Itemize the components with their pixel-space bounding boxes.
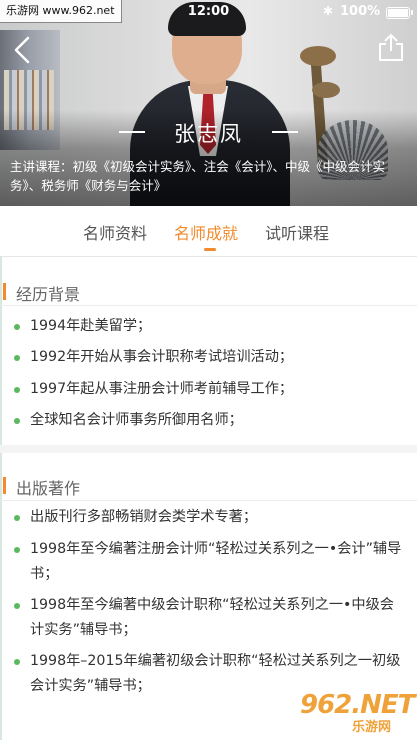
tab-trial-courses[interactable]: 试听课程 [265,220,329,244]
bluetooth-icon: ✱ [323,4,334,18]
section-separator [0,445,417,453]
plant-leaf [312,82,340,98]
list-item: 1997年起从事注册会计师考前辅导工作； [14,377,406,402]
bullet-dot [14,603,20,609]
bullet-dot [14,515,20,521]
share-button[interactable] [376,32,406,62]
battery-percent: 100% [340,4,381,19]
bullet-dot [14,324,20,330]
bullet-dot [14,418,20,424]
bullet-dot [14,659,20,665]
list-item: 1998年至今编著注册会计师“轻松过关系列之一•会计”辅导书； [14,537,406,587]
list-item-text: 出版刊行多部畅销财会类学术专著； [30,509,258,525]
teacher-courses: 主讲课程：初级《初级会计实务》、注会《会计》、中级《中级会计实务》、税务师《财务… [10,159,386,193]
list-item: 全球知名会计师事务所御用名师； [14,408,406,433]
tab-teacher-achievements[interactable]: 名师成就 [174,220,238,244]
list-item: 出版刊行多部畅销财会类学术专著； [14,505,406,530]
tab-teacher-profile[interactable]: 名师资料 [83,220,147,244]
list-item: 1994年赴美留学； [14,314,406,339]
list-item: 1998年至今编著中级会计职称“轻松过关系列之一•中级会计实务”辅导书； [14,593,406,643]
section-title-text: 经历背景 [16,285,81,304]
bullet-dot [14,547,20,553]
name-decoration-line [272,131,298,133]
teacher-name: 张志凤 [174,122,243,146]
list-item-text: 1997年起从事注册会计师考前辅导工作； [30,381,294,397]
section-divider [0,305,417,306]
content-left-edge [0,256,2,740]
list-item-text: 全球知名会计师事务所御用名师； [30,412,243,428]
tab-bar: 名师资料 名师成就 试听课程 [0,206,417,257]
list-item: 1992年开始从事会计职称考试培训活动； [14,345,406,370]
section-accent-bar [3,283,6,300]
list-item-text: 1998年至今编著注册会计师“轻松过关系列之一•会计”辅导书； [30,541,402,582]
chevron-left-icon [14,36,30,64]
section-title-text: 出版著作 [16,479,81,498]
bullet-dot [14,355,20,361]
battery-icon [386,7,413,19]
section-divider [0,500,417,501]
active-tab-indicator [204,248,216,251]
watermark-text: 乐游网 [352,720,392,735]
list-item-text: 1992年开始从事会计职称考试培训活动； [30,349,294,365]
site-logo-watermark: 962.NET 乐游网 [300,690,415,736]
list-item-text: 1998年至今编著中级会计职称“轻松过关系列之一•中级会计实务”辅导书； [30,597,394,638]
back-button[interactable] [10,34,38,66]
share-icon [379,33,403,61]
section-accent-bar [3,477,6,494]
bullet-dot [14,387,20,393]
list-item-text: 1994年赴美留学； [30,318,152,334]
plant-leaf [300,46,336,66]
